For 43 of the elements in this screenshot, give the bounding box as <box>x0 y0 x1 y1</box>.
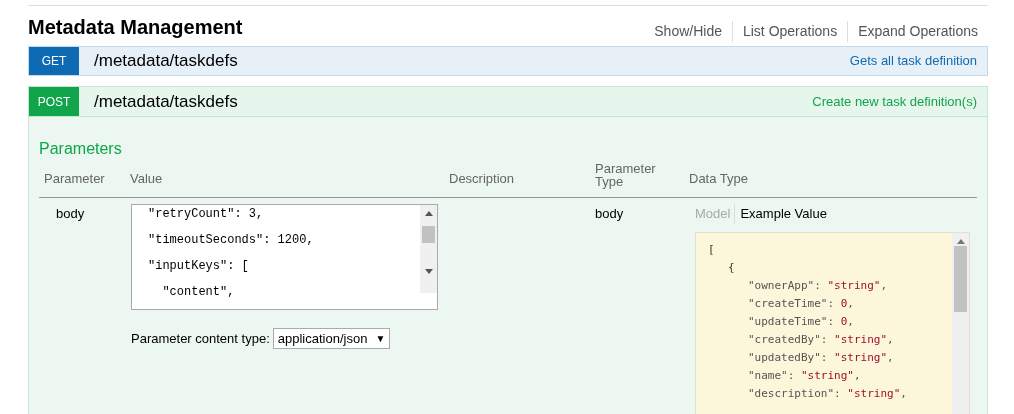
parameter-type: body <box>595 205 625 223</box>
section-action-link[interactable]: List Operations <box>731 21 848 42</box>
section-title: Metadata Management <box>28 15 243 40</box>
code-line: "updatedBy": "string", <box>748 349 894 366</box>
code-line: { <box>728 259 735 276</box>
content-type-label: Parameter content type: <box>131 329 270 348</box>
scroll-thumb[interactable] <box>422 226 435 243</box>
code-line: "description": "string", <box>748 385 907 402</box>
data-type-tab[interactable]: Example Value <box>734 204 831 224</box>
code-line: "createTime": 0, <box>748 295 854 312</box>
code-line: [ <box>708 241 715 258</box>
column-header: Parameter Type <box>595 162 657 188</box>
method-badge: POST <box>29 87 79 116</box>
code-line: "inputKeys": [ <box>148 259 249 273</box>
code-line: "timeoutSeconds": 1200, <box>148 233 314 247</box>
content-type-select[interactable]: application/json ▼ <box>272 328 391 349</box>
column-header: Data Type <box>689 170 749 186</box>
column-header: Value <box>130 170 163 186</box>
column-header: Description <box>449 170 515 186</box>
method-badge: GET <box>29 47 79 75</box>
operation-summary: Gets all task definition <box>849 52 977 71</box>
operation-header[interactable]: GET /metadata/taskdefs Gets all task definition <box>28 46 988 76</box>
code-line: "updateTime": 0, <box>748 313 854 330</box>
scrollbar[interactable] <box>952 232 969 414</box>
parameter-name: body <box>55 205 86 223</box>
code-line: "retryCount": 3, <box>148 207 264 221</box>
parameters-heading: Parameters <box>39 139 122 159</box>
operation-path: /metadata/taskdefs <box>94 50 238 73</box>
operation-path: /metadata/taskdefs <box>94 90 238 113</box>
code-line: "name": "string", <box>748 367 861 384</box>
section-action-link[interactable]: Expand Operations <box>847 21 978 42</box>
value-textarea[interactable]: "retryCount": 3, "timeoutSeconds": 1200, "inputKeys": [ "content", <box>131 204 438 310</box>
code-line: "createdBy": "string", <box>748 331 894 348</box>
column-header: Parameter <box>44 170 105 186</box>
scrollbar[interactable] <box>420 205 437 293</box>
code-line: "content", <box>161 285 235 299</box>
operation-header[interactable]: POST /metadata/taskdefs Create new task definition(s) <box>29 87 987 117</box>
scroll-up-icon[interactable] <box>424 211 433 216</box>
scroll-thumb[interactable] <box>954 245 967 312</box>
scroll-down-icon[interactable] <box>424 269 433 274</box>
section-action-link[interactable]: Show/Hide <box>644 21 732 42</box>
operation-summary: Create new task definition(s) <box>812 92 977 111</box>
code-line: "ownerApp": "string", <box>748 277 888 294</box>
